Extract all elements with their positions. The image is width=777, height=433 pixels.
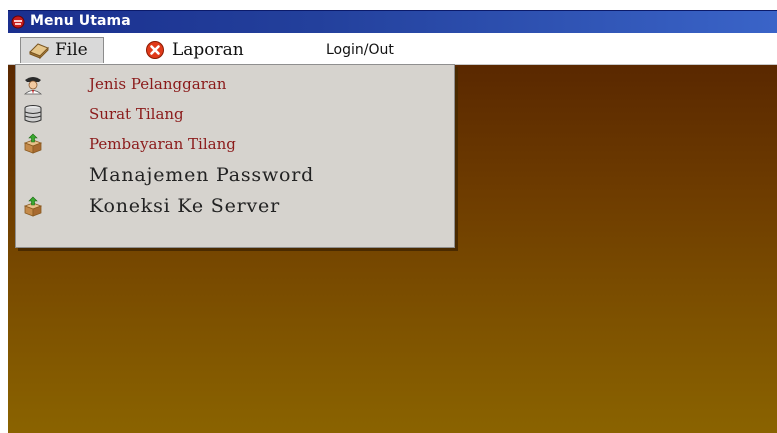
menu-item-label: Manajemen Password	[89, 164, 315, 186]
menu-item-koneksi-ke-server[interactable]: Koneksi Ke Server	[16, 191, 454, 221]
menu-file-label: File	[55, 40, 88, 60]
menu-bar: File Laporan Login/Out	[8, 33, 777, 65]
title-bar[interactable]: Menu Utama	[8, 10, 777, 33]
database-icon	[24, 105, 42, 123]
menu-item-label: Pembayaran Tilang	[89, 135, 236, 153]
menu-file[interactable]: File	[28, 39, 88, 61]
menu-item-surat-tilang[interactable]: Surat Tilang	[16, 99, 454, 129]
menu-login-out[interactable]: Login/Out	[326, 39, 394, 61]
app-icon	[11, 15, 25, 29]
book-icon	[29, 43, 49, 60]
menu-item-label: Koneksi Ke Server	[89, 195, 280, 217]
file-dropdown-menu: Jenis Pelanggaran Surat Tilang Pembayara…	[15, 64, 455, 248]
officer-icon	[23, 77, 43, 95]
menu-laporan[interactable]: Laporan	[145, 39, 244, 61]
menu-laporan-label: Laporan	[172, 40, 244, 60]
menu-item-label: Jenis Pelanggaran	[89, 75, 227, 93]
menu-item-pembayaran-tilang[interactable]: Pembayaran Tilang	[16, 129, 454, 159]
window-title: Menu Utama	[30, 13, 131, 29]
menu-item-manajemen-password[interactable]: Manajemen Password	[16, 160, 454, 190]
menu-login-out-label: Login/Out	[326, 42, 394, 58]
package-icon	[23, 196, 43, 217]
menu-item-jenis-pelanggaran[interactable]: Jenis Pelanggaran	[16, 69, 454, 99]
menu-item-label: Surat Tilang	[89, 105, 184, 123]
red-x-icon	[146, 41, 164, 59]
package-icon	[23, 133, 43, 154]
